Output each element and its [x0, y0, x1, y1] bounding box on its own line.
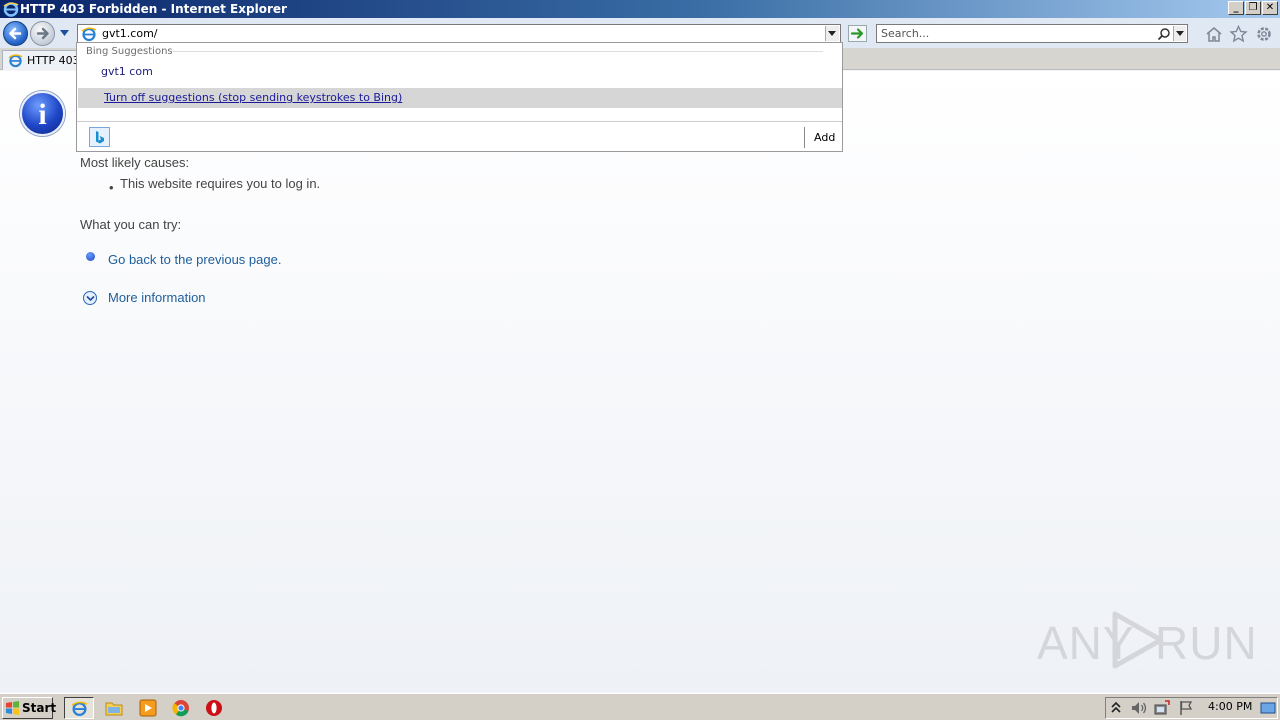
- taskbar-ie-button[interactable]: [64, 697, 94, 719]
- chevron-down-icon: [1176, 31, 1184, 36]
- cause-item: This website requires you to log in.: [120, 176, 321, 191]
- volume-icon[interactable]: [1130, 700, 1148, 716]
- tab-ie-icon: [8, 54, 23, 68]
- window-title: HTTP 403 Forbidden - Internet Explorer: [20, 2, 287, 16]
- minimize-button[interactable]: _: [1228, 1, 1244, 15]
- tab-label: HTTP 403: [27, 54, 80, 67]
- address-suggestions-dropdown: Bing Suggestions gvt1 com Turn off sugge…: [76, 42, 843, 152]
- chevron-down-icon: [828, 31, 836, 36]
- start-button[interactable]: Start: [2, 697, 57, 719]
- page-content: [0, 71, 1280, 692]
- taskbar: Start: [0, 693, 1280, 720]
- search-box[interactable]: Search...: [876, 24, 1188, 43]
- show-desktop-icon[interactable]: [1260, 701, 1276, 715]
- forward-button[interactable]: [30, 21, 55, 46]
- network-icon[interactable]: [1153, 699, 1171, 717]
- turn-off-suggestions-row[interactable]: Turn off suggestions (stop sending keyst…: [78, 88, 842, 108]
- add-provider-button[interactable]: Add: [814, 131, 835, 144]
- search-input[interactable]: Search...: [881, 27, 929, 40]
- folder-icon[interactable]: [103, 698, 125, 718]
- opera-icon[interactable]: [203, 698, 225, 718]
- media-player-icon[interactable]: [137, 698, 159, 718]
- arrow-left-icon: [9, 27, 22, 40]
- windows-flag-icon: [6, 701, 19, 715]
- bullet-icon: •: [109, 180, 114, 195]
- more-information-link[interactable]: More information: [108, 290, 206, 305]
- chrome-icon[interactable]: [170, 698, 192, 718]
- recent-pages-dropdown-icon[interactable]: [60, 30, 69, 36]
- link-bullet-icon: [86, 252, 95, 261]
- search-icon[interactable]: [1157, 27, 1171, 41]
- address-input[interactable]: gvt1.com/: [102, 27, 158, 40]
- suggestions-header: Bing Suggestions: [86, 46, 173, 57]
- causes-heading: Most likely causes:: [80, 155, 190, 170]
- page-ie-icon: [81, 27, 97, 42]
- divider: [173, 51, 823, 52]
- watermark-text-right: RUN: [1155, 617, 1258, 669]
- search-provider-dropdown[interactable]: [1173, 26, 1186, 41]
- go-arrow-icon: [850, 28, 864, 39]
- info-icon: i: [20, 91, 65, 136]
- address-dropdown-button[interactable]: [825, 26, 839, 41]
- divider: [804, 127, 805, 148]
- restore-button[interactable]: ❐: [1245, 1, 1261, 15]
- watermark: ANY RUN: [1037, 608, 1257, 672]
- close-button[interactable]: ✕: [1262, 1, 1278, 15]
- internet-explorer-icon: [3, 2, 19, 17]
- address-bar[interactable]: gvt1.com/: [77, 24, 841, 43]
- internet-explorer-icon: [71, 701, 88, 717]
- back-button[interactable]: [3, 21, 28, 46]
- divider: [77, 121, 842, 122]
- tab-http-403[interactable]: HTTP 403: [2, 50, 82, 70]
- title-bar: HTTP 403 Forbidden - Internet Explorer _…: [0, 0, 1280, 18]
- try-heading: What you can try:: [80, 217, 182, 232]
- show-hidden-icons-icon[interactable]: [1111, 701, 1121, 715]
- favorites-star-icon[interactable]: [1229, 25, 1248, 43]
- action-center-flag-icon[interactable]: [1178, 700, 1194, 716]
- system-clock: 4:00 PM: [1208, 700, 1253, 713]
- start-label: Start: [22, 701, 57, 715]
- go-back-link[interactable]: Go back to the previous page.: [108, 252, 281, 267]
- go-button[interactable]: [848, 25, 867, 42]
- settings-gear-icon[interactable]: [1255, 25, 1273, 43]
- turn-off-suggestions-link[interactable]: Turn off suggestions (stop sending keyst…: [104, 91, 402, 104]
- bing-icon[interactable]: [89, 127, 110, 147]
- suggestion-item[interactable]: gvt1 com: [101, 65, 153, 78]
- expand-chevron-icon[interactable]: [83, 291, 97, 305]
- home-icon[interactable]: [1205, 26, 1223, 43]
- arrow-right-icon: [36, 27, 49, 40]
